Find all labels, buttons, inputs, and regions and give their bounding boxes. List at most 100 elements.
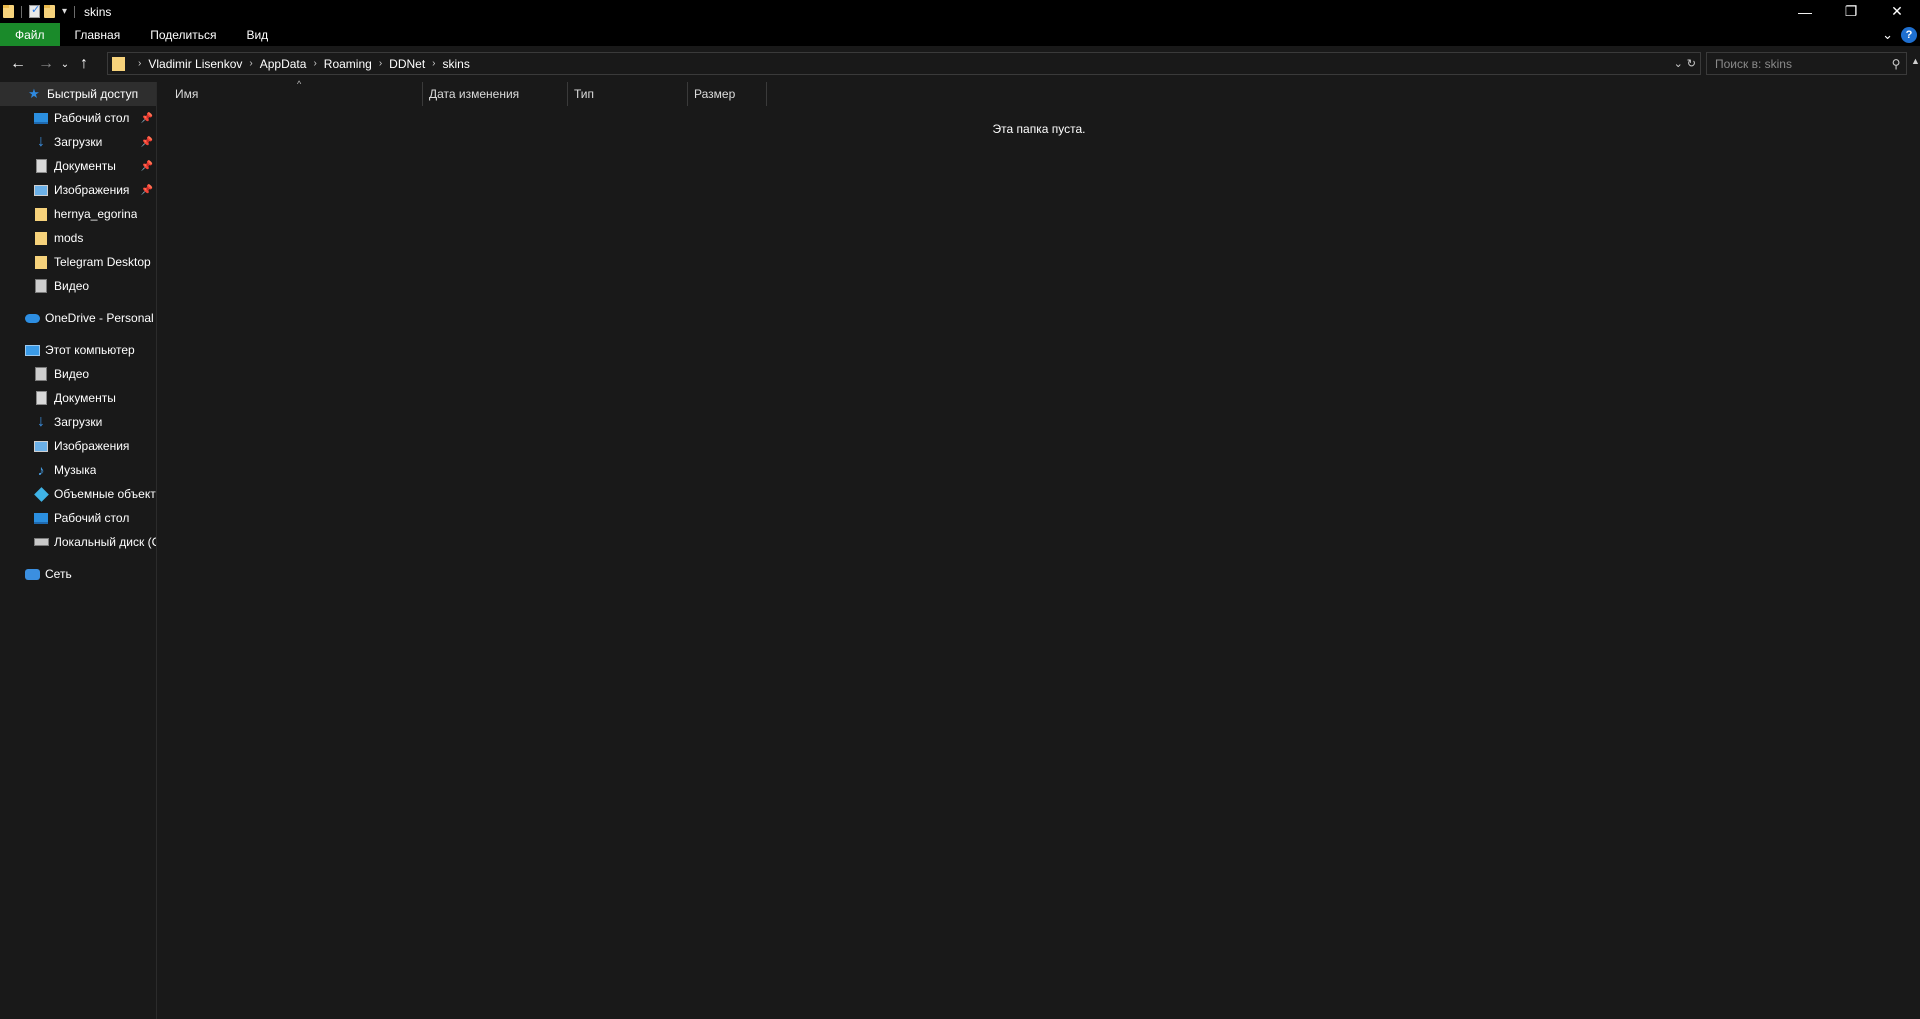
sidebar-item-quick-access[interactable]: ★ Быстрый доступ <box>0 82 156 106</box>
sidebar-item-this-pc[interactable]: Этот компьютер <box>0 338 156 362</box>
sidebar-item-pc-documents[interactable]: Документы <box>0 386 156 410</box>
chevron-right-icon[interactable]: › <box>379 58 382 69</box>
documents-icon <box>33 390 49 406</box>
up-button[interactable]: ↑ <box>72 52 96 76</box>
empty-folder-message: Эта папка пуста. <box>992 122 1086 136</box>
tab-share[interactable]: Поделиться <box>135 23 231 46</box>
address-bar[interactable]: › Vladimir Lisenkov › AppData › Roaming … <box>107 52 1701 75</box>
customize-arrow-icon[interactable]: ▾ <box>62 6 67 17</box>
refresh-icon[interactable]: ↻ <box>1687 57 1696 70</box>
help-icon[interactable]: ? <box>1901 26 1917 43</box>
breadcrumb-item[interactable]: AppData <box>260 57 307 71</box>
pin-icon: 📌 <box>140 136 153 148</box>
pin-icon: 📌 <box>140 184 153 196</box>
divider <box>21 5 22 18</box>
navigation-bar: ← → ⌄ ↑ › Vladimir Lisenkov › AppData › … <box>0 46 1920 82</box>
sidebar-item-pc-videos[interactable]: Видео <box>0 362 156 386</box>
sidebar-item-label: Видео <box>54 367 90 381</box>
sidebar-item-label: Быстрый доступ <box>47 87 139 101</box>
downloads-icon: ↓ <box>37 413 45 430</box>
sidebar-item-label: Изображения <box>54 183 130 197</box>
file-list-view[interactable]: ^ Имя Дата изменения Тип Размер Эта папк… <box>158 79 1920 1019</box>
breadcrumb-item[interactable]: Vladimir Lisenkov <box>148 57 242 71</box>
sidebar-item-label: Изображения <box>54 439 130 453</box>
window-title: skins <box>84 4 112 19</box>
sidebar-item-label: Загрузки <box>54 135 103 149</box>
chevron-right-icon[interactable]: › <box>313 58 316 69</box>
folder-icon <box>3 5 14 18</box>
scroll-arrow-icon[interactable]: ▲ <box>1911 56 1920 66</box>
sidebar-item-label: Документы <box>54 159 116 173</box>
column-header-type[interactable]: Тип <box>568 82 688 106</box>
pictures-icon <box>33 182 49 198</box>
forward-button[interactable]: → <box>34 52 58 76</box>
tab-view[interactable]: Вид <box>231 23 283 46</box>
3d-objects-icon <box>33 486 49 502</box>
column-header-date-modified[interactable]: Дата изменения <box>423 82 568 106</box>
downloads-icon: ↓ <box>37 133 45 150</box>
recent-locations-button[interactable]: ⌄ <box>58 52 72 76</box>
chevron-right-icon[interactable]: › <box>249 58 252 69</box>
sidebar-item-onedrive[interactable]: OneDrive - Personal <box>0 306 156 330</box>
star-icon: ★ <box>28 86 40 101</box>
sidebar-item-pc-music[interactable]: ♪ Музыка <box>0 458 156 482</box>
search-box[interactable]: ⚲ <box>1706 52 1907 75</box>
title-bar: ▾ skins — ❐ ✕ <box>0 0 1920 23</box>
folder-icon <box>33 254 49 270</box>
sidebar-item-label: Видео <box>54 279 90 293</box>
desktop-icon <box>33 510 49 526</box>
sidebar-item-label: Сеть <box>45 567 72 581</box>
column-header-size[interactable]: Размер <box>688 82 767 106</box>
breadcrumb-item[interactable]: DDNet <box>389 57 425 71</box>
sidebar-item-pc-downloads[interactable]: ↓ Загрузки <box>0 410 156 434</box>
pin-icon: 📌 <box>140 160 153 172</box>
sidebar-item-downloads[interactable]: ↓ Загрузки 📌 <box>0 130 156 154</box>
new-folder-icon[interactable] <box>44 5 55 18</box>
tab-file[interactable]: Файл <box>0 23 60 46</box>
chevron-right-icon[interactable]: › <box>138 58 141 69</box>
pin-icon: 📌 <box>140 112 153 124</box>
sidebar-item-label: mods <box>54 231 84 245</box>
expand-ribbon-icon[interactable]: ⌄ <box>1882 27 1893 43</box>
sidebar-item-desktop[interactable]: Рабочий стол 📌 <box>0 106 156 130</box>
back-button[interactable]: ← <box>6 52 30 76</box>
search-icon[interactable]: ⚲ <box>1886 57 1906 71</box>
sidebar-item-hernya-egorina[interactable]: hernya_egorina <box>0 202 156 226</box>
address-dropdown-icon[interactable]: ⌄ <box>1674 57 1683 70</box>
sidebar-item-pc-3d-objects[interactable]: Объемные объекты <box>0 482 156 506</box>
search-input[interactable] <box>1707 53 1886 74</box>
sidebar-item-telegram-desktop[interactable]: Telegram Desktop <box>0 250 156 274</box>
divider <box>74 5 76 18</box>
computer-icon <box>24 342 40 358</box>
sidebar-item-pc-desktop[interactable]: Рабочий стол <box>0 506 156 530</box>
videos-icon <box>33 366 49 382</box>
maximize-button[interactable]: ❐ <box>1828 0 1874 23</box>
sidebar-item-videos[interactable]: Видео <box>0 274 156 298</box>
breadcrumb-item[interactable]: Roaming <box>324 57 372 71</box>
music-icon: ♪ <box>37 462 45 478</box>
folder-icon <box>33 230 49 246</box>
onedrive-icon <box>24 310 40 326</box>
videos-icon <box>33 278 49 294</box>
network-icon <box>24 566 40 582</box>
breadcrumb-item[interactable]: skins <box>443 57 470 71</box>
minimize-button[interactable]: — <box>1782 0 1828 23</box>
tab-home[interactable]: Главная <box>60 23 136 46</box>
sidebar-item-pc-local-disk[interactable]: Локальный диск (C <box>0 530 156 554</box>
folder-icon <box>33 206 49 222</box>
sidebar-item-documents[interactable]: Документы 📌 <box>0 154 156 178</box>
sidebar-item-label: Этот компьютер <box>45 343 135 357</box>
navigation-pane[interactable]: ★ Быстрый доступ Рабочий стол 📌 ↓ Загруз… <box>0 82 157 1019</box>
sidebar-item-mods[interactable]: mods <box>0 226 156 250</box>
desktop-icon <box>33 110 49 126</box>
local-disk-icon <box>33 534 49 550</box>
close-button[interactable]: ✕ <box>1874 0 1920 23</box>
chevron-right-icon[interactable]: › <box>432 58 435 69</box>
pictures-icon <box>33 438 49 454</box>
sidebar-item-pc-pictures[interactable]: Изображения <box>0 434 156 458</box>
sidebar-item-label: hernya_egorina <box>54 207 138 221</box>
properties-icon[interactable] <box>29 3 40 18</box>
sidebar-item-pictures[interactable]: Изображения 📌 <box>0 178 156 202</box>
sidebar-item-network[interactable]: Сеть <box>0 562 156 586</box>
column-header-name[interactable]: Имя <box>169 82 423 106</box>
